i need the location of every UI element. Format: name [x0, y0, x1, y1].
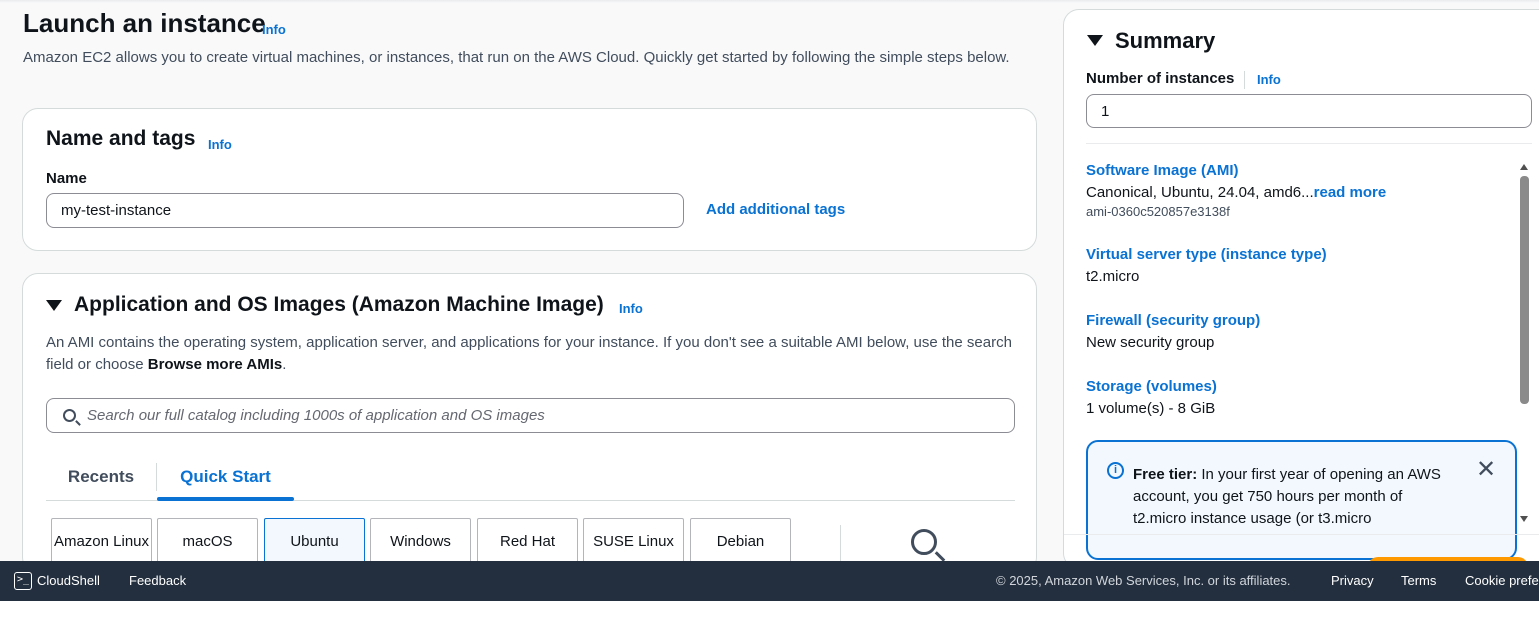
software-image-value: Canonical, Ubuntu, 24.04, amd6...read mo…	[1086, 184, 1386, 201]
ami-heading[interactable]: Application and OS Images (Amazon Machin…	[74, 293, 604, 317]
os-tile-ubuntu[interactable]: Ubuntu	[264, 518, 365, 561]
privacy-link[interactable]: Privacy	[1331, 573, 1374, 588]
os-tile-suse-linux[interactable]: SUSE Linux	[583, 518, 684, 561]
instance-type-value: t2.micro	[1086, 268, 1140, 285]
number-of-instances-value: 1	[1101, 102, 1110, 120]
scroll-down-arrow-icon[interactable]	[1520, 516, 1528, 522]
feedback-link[interactable]: Feedback	[129, 573, 186, 588]
firewall-link[interactable]: Firewall (security group)	[1086, 312, 1260, 329]
active-tab-indicator	[157, 497, 294, 501]
summary-title[interactable]: Summary	[1115, 28, 1215, 54]
os-tile-amazon-linux[interactable]: Amazon Linux	[51, 518, 152, 561]
ami-info-link[interactable]: Info	[619, 301, 643, 316]
read-more-link[interactable]: read more	[1314, 184, 1387, 201]
page-description: Amazon EC2 allows you to create virtual …	[23, 49, 1010, 66]
firewall-value: New security group	[1086, 334, 1215, 351]
free-tier-label: Free tier:	[1133, 466, 1198, 483]
summary-divider	[1086, 143, 1532, 144]
storage-value: 1 volume(s) - 8 GiB	[1086, 400, 1216, 417]
console-footer: >_ CloudShell Feedback © 2025, Amazon We…	[0, 561, 1539, 601]
info-circle-icon: i	[1107, 462, 1124, 479]
scroll-thumb[interactable]	[1520, 176, 1529, 404]
terms-link[interactable]: Terms	[1401, 573, 1436, 588]
number-of-instances-info-link[interactable]: Info	[1257, 72, 1281, 87]
name-and-tags-panel: Name and tags Info Name my-test-instance…	[22, 108, 1037, 251]
cookie-preferences-link[interactable]: Cookie prefe	[1465, 573, 1539, 588]
tab-recents[interactable]: Recents	[46, 454, 156, 500]
os-tile-macos[interactable]: macOS	[157, 518, 258, 561]
ami-search-placeholder: Search our full catalog including 1000s …	[87, 407, 545, 424]
name-label: Name	[46, 170, 87, 187]
name-tags-info-link[interactable]: Info	[208, 137, 232, 152]
close-icon[interactable]: ✕	[1476, 458, 1496, 482]
storage-link[interactable]: Storage (volumes)	[1086, 378, 1217, 395]
os-tile-red-hat[interactable]: Red Hat	[477, 518, 578, 561]
number-of-instances-input[interactable]: 1	[1086, 94, 1532, 128]
summary-scrollbar[interactable]	[1518, 160, 1530, 530]
ami-search-input[interactable]: Search our full catalog including 1000s …	[46, 398, 1015, 433]
ami-panel: Application and OS Images (Amazon Machin…	[22, 273, 1037, 561]
page-title: Launch an instance	[23, 8, 266, 38]
browse-more-search-icon[interactable]	[911, 529, 937, 555]
page-info-link[interactable]: Info	[262, 22, 286, 37]
software-image-text: Canonical, Ubuntu, 24.04, amd6...	[1086, 184, 1314, 201]
number-of-instances-label: Number of instances	[1086, 70, 1235, 87]
top-shadow	[0, 0, 1539, 3]
instance-type-link[interactable]: Virtual server type (instance type)	[1086, 246, 1327, 263]
free-tier-alert: i Free tier: In your first year of openi…	[1086, 440, 1517, 560]
terminal-icon[interactable]: >_	[14, 572, 32, 590]
name-tags-heading: Name and tags	[46, 127, 196, 150]
ami-description: An AMI contains the operating system, ap…	[46, 332, 1016, 376]
os-tiles-divider	[840, 525, 841, 561]
ami-description-end: .	[282, 356, 287, 373]
scroll-up-arrow-icon[interactable]	[1520, 164, 1528, 170]
search-icon	[63, 409, 76, 422]
main-page: Launch an instance Info Amazon EC2 allow…	[0, 0, 1539, 561]
name-input[interactable]: my-test-instance	[46, 193, 684, 228]
label-separator	[1244, 71, 1245, 89]
os-tile-debian[interactable]: Debian	[690, 518, 791, 561]
software-image-link[interactable]: Software Image (AMI)	[1086, 162, 1239, 179]
free-tier-text: Free tier: In your first year of opening…	[1133, 464, 1453, 530]
tab-quick-start[interactable]: Quick Start	[157, 454, 294, 500]
ami-id: ami-0360c520857e3138f	[1086, 204, 1230, 219]
copyright-text: © 2025, Amazon Web Services, Inc. or its…	[996, 573, 1291, 588]
name-input-value: my-test-instance	[61, 202, 172, 219]
add-additional-tags-link[interactable]: Add additional tags	[706, 201, 845, 218]
browse-more-amis-text: Browse more AMIs	[147, 356, 283, 373]
os-tile-windows[interactable]: Windows	[370, 518, 471, 561]
summary-caret-down-icon[interactable]	[1087, 35, 1103, 46]
summary-footer-divider	[1064, 534, 1539, 535]
ami-tabs: Recents Quick Start	[46, 454, 1015, 501]
caret-down-icon[interactable]	[46, 300, 62, 311]
cloudshell-link[interactable]: CloudShell	[37, 573, 100, 588]
